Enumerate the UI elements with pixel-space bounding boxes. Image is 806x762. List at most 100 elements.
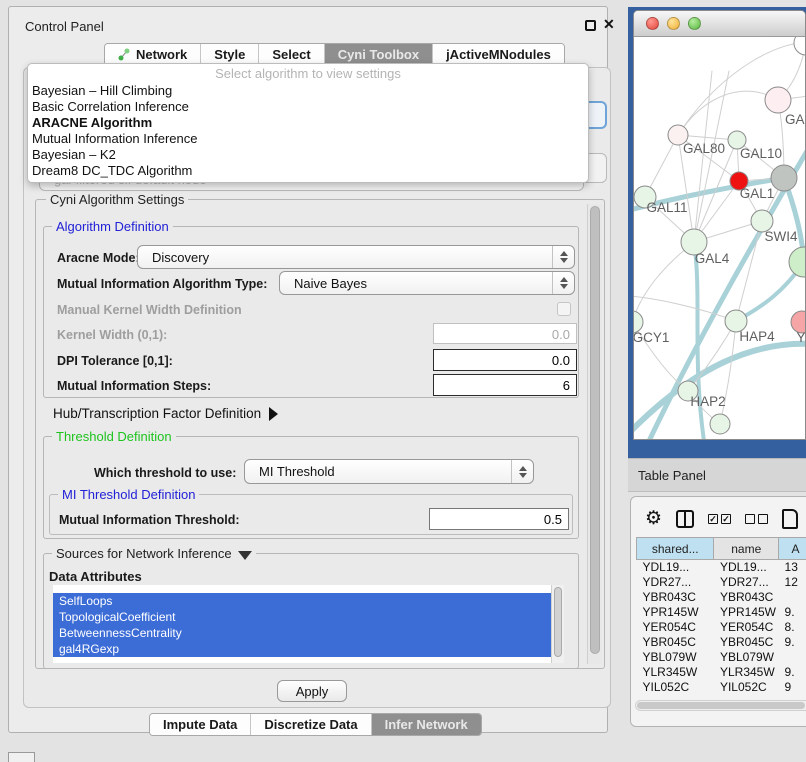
- tab-infer-network[interactable]: Infer Network: [372, 714, 481, 735]
- attribute-item[interactable]: TopologicalCoefficient: [53, 609, 551, 625]
- node-label: HAP4: [739, 329, 775, 344]
- tab-discretize-data[interactable]: Discretize Data: [251, 714, 371, 735]
- settings-scrollbar[interactable]: [587, 204, 602, 664]
- node-label: GAL11: [646, 200, 687, 215]
- manual-kernel-label: Manual Kernel Width Definition: [57, 303, 242, 317]
- mi-steps-field[interactable]: 6: [433, 374, 577, 396]
- tab-jactivemnodules[interactable]: jActiveMNodules: [433, 44, 564, 65]
- algorithm-option[interactable]: Mutual Information Inference: [28, 131, 588, 147]
- table-row[interactable]: YIL052CYIL052C9: [637, 680, 806, 695]
- table-row[interactable]: YER054CYER054C8.: [637, 620, 806, 635]
- mi-threshold-field[interactable]: 0.5: [429, 508, 569, 530]
- minimized-panel-icon[interactable]: [8, 752, 35, 762]
- gear-icon[interactable]: ⚙: [645, 509, 662, 529]
- which-threshold-combo[interactable]: MI Threshold: [244, 459, 534, 484]
- network-edge: [694, 71, 729, 242]
- control-panel-title: Control Panel: [25, 19, 104, 34]
- tab-select[interactable]: Select: [259, 44, 324, 65]
- dropdown-placeholder: Select algorithm to view settings: [28, 66, 588, 83]
- aracne-mode-label: Aracne Mode:: [57, 251, 140, 265]
- manual-kernel-checkbox[interactable]: [557, 302, 571, 316]
- export-table-icon[interactable]: [782, 509, 798, 529]
- collapse-arrow-icon: [238, 551, 252, 560]
- network-canvas[interactable]: GALGAL80GAL10GAL1SWI4GAL11GAL4GCY1HAP4YH…: [634, 37, 806, 440]
- column-header[interactable]: A: [779, 538, 806, 560]
- node-label: Y: [796, 330, 805, 345]
- expand-arrow-icon: [269, 407, 278, 421]
- attribute-item[interactable]: SelfLoops: [53, 593, 551, 609]
- mi-type-label: Mutual Information Algorithm Type:: [57, 277, 267, 291]
- zoom-window-icon[interactable]: [688, 17, 701, 30]
- combo-stepper-icon: [552, 246, 574, 268]
- mi-threshold-title: MI Threshold Definition: [58, 487, 199, 502]
- network-view-frame: GALGAL80GAL10GAL1SWI4GAL11GAL4GCY1HAP4YH…: [628, 7, 806, 458]
- node-label: GAL80: [683, 141, 725, 156]
- mi-threshold-label: Mutual Information Threshold:: [59, 513, 240, 527]
- node-table[interactable]: shared...nameA YDL19...YDL19...13YDR27..…: [636, 537, 806, 695]
- dpi-tolerance-field[interactable]: 0.0: [433, 349, 577, 371]
- tab-impute-data[interactable]: Impute Data: [150, 714, 251, 735]
- table-row[interactable]: YDR27...YDR27...12: [637, 575, 806, 590]
- table-row[interactable]: YBL079WYBL079W: [637, 650, 806, 665]
- dpi-tolerance-label: DPI Tolerance [0,1]:: [57, 354, 173, 368]
- close-panel-icon[interactable]: ✕: [603, 16, 615, 33]
- float-panel-icon[interactable]: [585, 20, 596, 31]
- sources-title[interactable]: Sources for Network Inference: [52, 546, 256, 561]
- network-window: GALGAL80GAL10GAL1SWI4GAL11GAL4GCY1HAP4YH…: [633, 10, 806, 440]
- network-window-titlebar[interactable]: [634, 11, 805, 37]
- table-row[interactable]: YBR045CYBR045C9.: [637, 635, 806, 650]
- network-node[interactable]: [789, 247, 806, 277]
- network-node-gal[interactable]: [765, 87, 791, 113]
- table-panel-title: Table Panel: [638, 468, 706, 483]
- columns-icon[interactable]: [676, 510, 694, 528]
- network-node[interactable]: [710, 414, 730, 434]
- network-edge: [634, 242, 694, 322]
- network-node[interactable]: [794, 37, 806, 55]
- table-toolbar: ⚙ ✓✓: [631, 505, 806, 533]
- attribute-item[interactable]: gal4RGexp: [53, 641, 551, 657]
- network-node[interactable]: [771, 165, 797, 191]
- screenshot-root: Control Panel ✕ NetworkStyleSelectCyni T…: [0, 0, 806, 762]
- hub-definition-toggle[interactable]: Hub/Transcription Factor Definition: [53, 406, 278, 421]
- close-window-icon[interactable]: [646, 17, 659, 30]
- attributes-scrollbar[interactable]: [551, 585, 564, 663]
- tab-cyni-toolbox[interactable]: Cyni Toolbox: [325, 44, 433, 65]
- combo-stepper-icon: [511, 460, 533, 483]
- node-label: GAL4: [695, 251, 730, 266]
- mi-steps-label: Mutual Information Steps:: [57, 379, 211, 393]
- algorithm-option[interactable]: Basic Correlation Inference: [28, 99, 588, 115]
- node-label: SWI4: [764, 229, 797, 244]
- data-attributes-label: Data Attributes: [49, 569, 142, 584]
- table-row[interactable]: YBR043CYBR043C: [637, 590, 806, 605]
- column-header[interactable]: shared...: [637, 538, 714, 560]
- algorithm-option[interactable]: Bayesian – K2: [28, 147, 588, 163]
- kernel-width-field[interactable]: 0.0: [433, 323, 577, 344]
- tab-style[interactable]: Style: [201, 44, 259, 65]
- node-label: HAP2: [690, 394, 725, 409]
- algorithm-option[interactable]: Dream8 DC_TDC Algorithm: [28, 163, 588, 179]
- table-row[interactable]: YDL19...YDL19...13: [637, 560, 806, 575]
- select-all-checkboxes-icon[interactable]: ✓✓: [708, 514, 731, 524]
- combo-stepper-icon: [552, 272, 574, 294]
- algorithm-option[interactable]: ARACNE Algorithm: [28, 115, 588, 131]
- node-label: GAL10: [740, 146, 782, 161]
- mi-type-combo[interactable]: Naive Bayes: [279, 271, 575, 295]
- aracne-mode-combo[interactable]: Discovery: [137, 245, 575, 269]
- node-label: GAL: [785, 112, 806, 127]
- threshold-definition-title: Threshold Definition: [52, 429, 176, 444]
- minimize-window-icon[interactable]: [667, 17, 680, 30]
- table-row[interactable]: YPR145WYPR145W9.: [637, 605, 806, 620]
- algorithm-option[interactable]: Bayesian – Hill Climbing: [28, 83, 588, 99]
- table-row[interactable]: YLR345WYLR345W9.: [637, 665, 806, 680]
- control-panel-window: Control Panel ✕ NetworkStyleSelectCyni T…: [8, 6, 608, 733]
- bottom-tabbar: Impute DataDiscretize DataInfer Network: [149, 713, 482, 736]
- table-panel-body: ⚙ ✓✓ shared...nameA YDL19...YDL19...13YD…: [630, 496, 806, 727]
- network-tab-icon: [118, 48, 131, 61]
- column-header[interactable]: name: [714, 538, 779, 560]
- apply-button[interactable]: Apply: [277, 680, 347, 702]
- attribute-item[interactable]: BetweennessCentrality: [53, 625, 551, 641]
- tab-network[interactable]: Network: [105, 44, 201, 65]
- table-panel-bar: Table Panel: [628, 458, 806, 492]
- deselect-all-checkboxes-icon[interactable]: [745, 514, 768, 524]
- table-horizontal-scrollbar[interactable]: [635, 700, 806, 711]
